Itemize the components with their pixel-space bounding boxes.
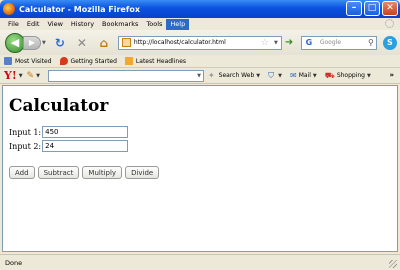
home-icon[interactable]: ⌂ xyxy=(96,35,112,51)
bookmark-label: Most Visited xyxy=(15,57,52,65)
menu-bar: File Edit View History Bookmarks Tools H… xyxy=(0,18,400,30)
yahoo-logo-icon[interactable]: Y! xyxy=(4,69,17,82)
bookmarks-toolbar: Most Visited Getting Started Latest Head… xyxy=(0,55,400,68)
skype-icon[interactable]: S xyxy=(382,35,397,50)
yahoo-search-dropdown-icon[interactable]: ▼ xyxy=(197,73,201,79)
menu-bookmarks[interactable]: Bookmarks xyxy=(98,19,142,30)
bookmark-latest-headlines[interactable]: Latest Headlines xyxy=(124,57,187,65)
shield-button[interactable]: ⛉ ▼ xyxy=(268,71,286,81)
search-web-label: Search Web xyxy=(218,72,255,79)
yahoo-menu-dropdown-icon[interactable]: ▼ xyxy=(19,73,23,79)
add-button[interactable]: Add xyxy=(9,166,35,179)
search-web-dropdown-icon[interactable]: ▼ xyxy=(256,73,260,79)
url-dropdown-icon[interactable]: ▼ xyxy=(274,40,278,46)
shopping-bag-icon: ⛟ xyxy=(324,70,335,80)
status-text: Done xyxy=(5,258,23,267)
page-title: Calculator xyxy=(9,96,109,116)
firefox-logo-icon xyxy=(3,3,15,15)
back-button[interactable]: ◀ xyxy=(5,32,25,53)
divide-button[interactable]: Divide xyxy=(125,166,160,179)
input-1-label: Input 1: xyxy=(9,127,42,137)
mail-dropdown-icon[interactable]: ▼ xyxy=(313,73,317,79)
go-arrow-icon[interactable]: ➜ xyxy=(285,37,297,49)
url-text[interactable]: http://localhost/calculator.html xyxy=(134,39,226,46)
yahoo-search-input[interactable]: ▼ xyxy=(47,69,204,82)
forward-button[interactable]: ▶ xyxy=(23,35,41,50)
forward-arrow-icon: ▶ xyxy=(28,38,36,47)
stop-icon[interactable]: ✕ xyxy=(74,35,90,51)
status-bar: Done xyxy=(0,254,400,270)
menu-edit[interactable]: Edit xyxy=(23,19,44,30)
site-favicon-icon xyxy=(121,38,131,47)
shield-icon: ⛉ xyxy=(268,70,275,80)
operation-buttons: Add Subtract Multiply Divide xyxy=(9,166,160,179)
search-web-button[interactable]: Search Web ▼ xyxy=(219,72,264,79)
bookmark-star-icon[interactable]: ☆ xyxy=(261,38,269,48)
bookmark-getting-started[interactable]: Getting Started xyxy=(59,57,117,65)
plus-icon: ✦ xyxy=(207,71,215,80)
menu-history[interactable]: History xyxy=(67,19,98,30)
reload-icon[interactable]: ↻ xyxy=(52,35,68,51)
close-button[interactable]: ✕ xyxy=(382,1,398,16)
mail-icon: ✉ xyxy=(289,71,297,80)
mail-label: Mail xyxy=(298,72,311,79)
title-bar: Calculator - Mozilla Firefox – □ ✕ xyxy=(0,0,400,18)
back-arrow-icon: ◀ xyxy=(10,36,20,49)
maximize-button[interactable]: □ xyxy=(364,1,380,16)
bookmark-label: Getting Started xyxy=(70,57,117,65)
pencil-dropdown-icon[interactable]: ▼ xyxy=(36,73,40,79)
bookmark-most-visited[interactable]: Most Visited xyxy=(4,57,52,65)
window-controls: – □ ✕ xyxy=(346,1,398,16)
menu-tools[interactable]: Tools xyxy=(142,19,166,30)
input-2-row: Input 2: 24 xyxy=(9,140,129,152)
shopping-button[interactable]: ⛟ Shopping ▼ xyxy=(325,71,375,81)
url-bar[interactable]: http://localhost/calculator.html ☆ ▼ xyxy=(117,35,282,50)
shield-dropdown-icon[interactable]: ▼ xyxy=(278,73,282,79)
search-box[interactable]: G Google ⚲ xyxy=(300,35,377,50)
subtract-button[interactable]: Subtract xyxy=(37,166,80,179)
page-content: Calculator Input 1: 450 Input 2: 24 Add … xyxy=(2,85,398,252)
google-engine-icon[interactable]: G xyxy=(304,38,314,48)
bookmark-label: Latest Headlines xyxy=(135,57,187,65)
multiply-button[interactable]: Multiply xyxy=(82,166,123,179)
menu-view[interactable]: View xyxy=(43,19,66,30)
mail-button[interactable]: ✉ Mail ▼ xyxy=(290,71,321,80)
menu-file[interactable]: File xyxy=(4,19,23,30)
navigation-toolbar: ◀ ▶ ▼ ↻ ✕ ⌂ http://localhost/calculator.… xyxy=(0,30,400,55)
input-1-field[interactable]: 450 xyxy=(42,126,129,138)
shopping-dropdown-icon[interactable]: ▼ xyxy=(367,73,371,79)
toolbar-overflow-button[interactable]: » xyxy=(389,71,394,79)
shopping-label: Shopping xyxy=(336,72,365,79)
throbber-icon xyxy=(385,19,394,28)
search-icon[interactable]: ⚲ xyxy=(368,38,374,47)
resize-grip-icon[interactable] xyxy=(389,260,397,268)
input-1-row: Input 1: 450 xyxy=(9,126,129,138)
minimize-button[interactable]: – xyxy=(346,1,362,16)
input-2-label: Input 2: xyxy=(9,141,42,151)
pencil-icon[interactable]: ✎ xyxy=(27,71,35,81)
most-visited-icon xyxy=(4,57,12,65)
input-2-field[interactable]: 24 xyxy=(42,140,129,152)
yahoo-toolbar: Y! ▼ ✎ ▼ ▼ ✦ Search Web ▼ ⛉ ▼ ✉ Mail ▼ ⛟… xyxy=(0,68,400,84)
rss-feed-icon xyxy=(124,57,133,65)
history-dropdown-icon[interactable]: ▼ xyxy=(42,40,46,46)
getting-started-icon xyxy=(59,57,68,65)
search-placeholder[interactable]: Google xyxy=(320,39,341,46)
window-title: Calculator - Mozilla Firefox xyxy=(19,4,140,14)
menu-help[interactable]: Help xyxy=(166,18,190,30)
